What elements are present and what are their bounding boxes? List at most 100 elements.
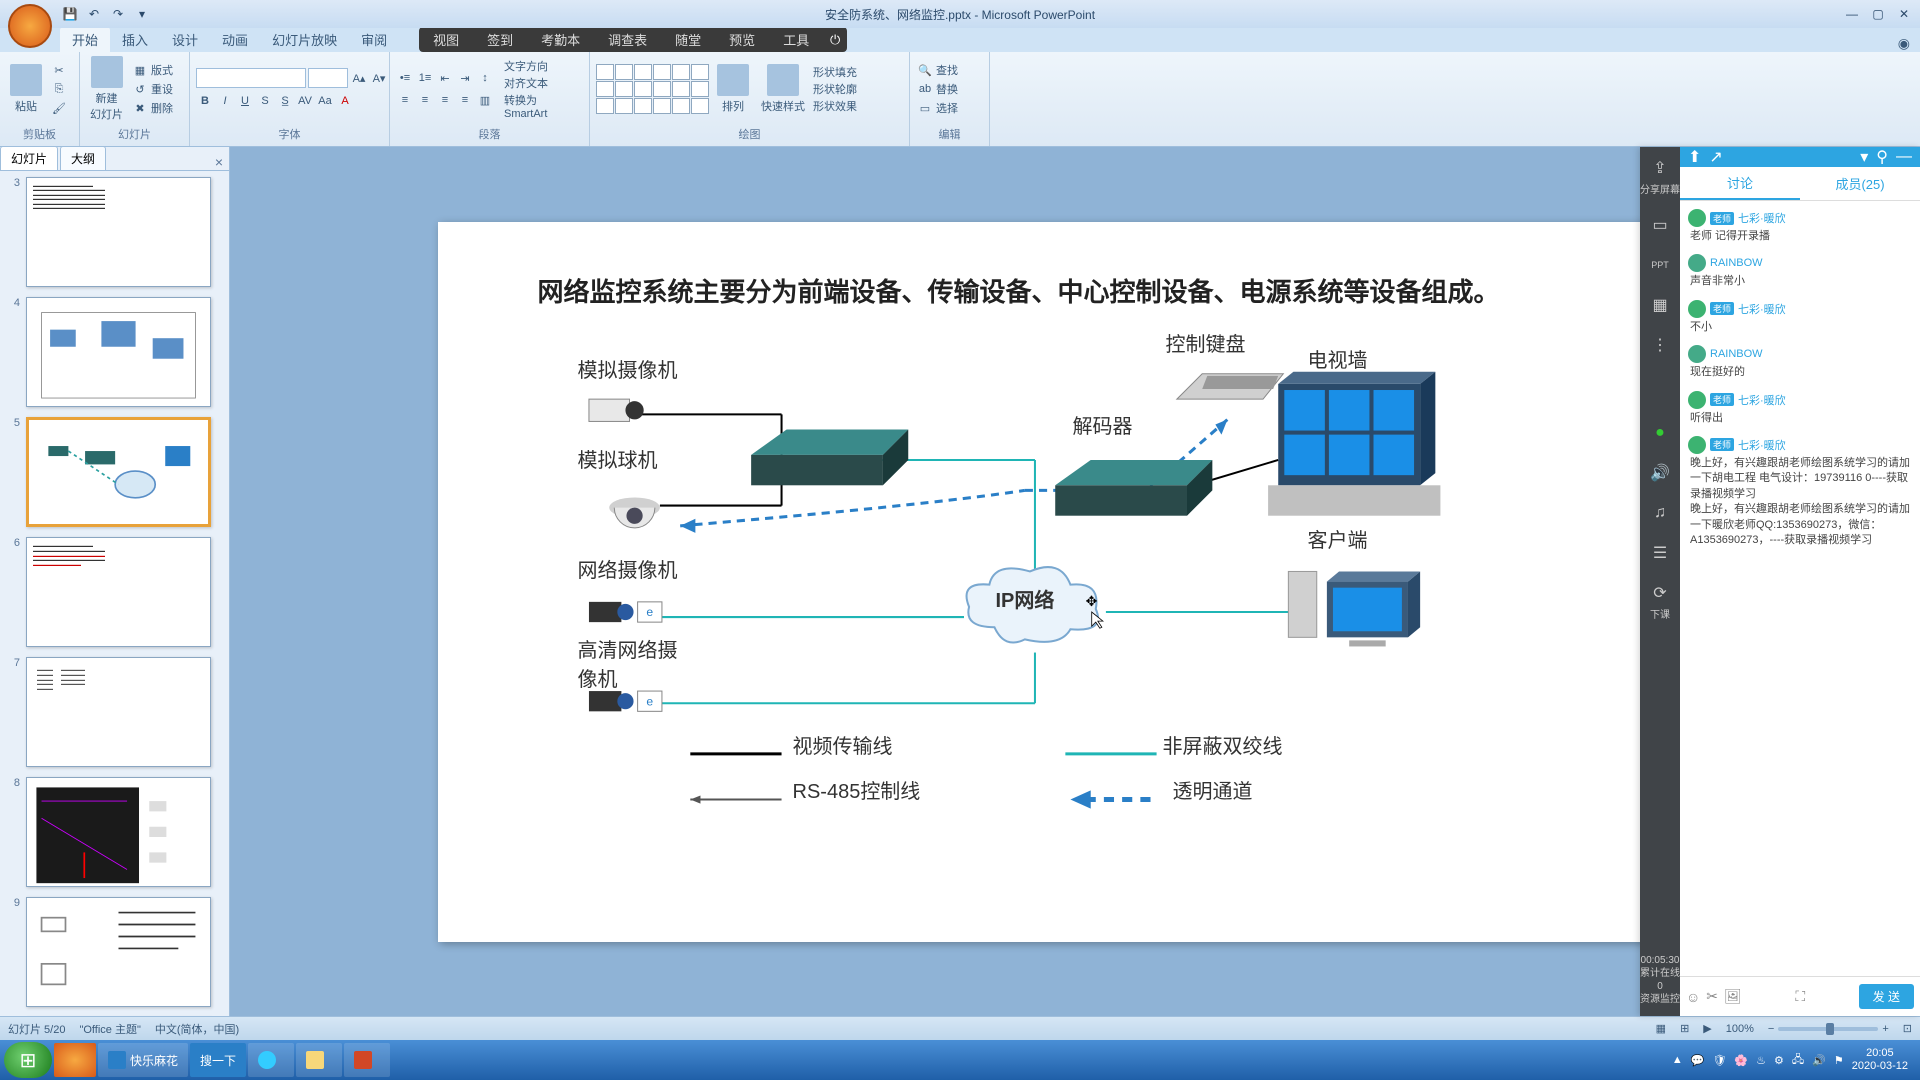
task-item-media[interactable]	[248, 1043, 294, 1077]
header-icon-4[interactable]: ⚲	[1876, 147, 1888, 167]
ppt-button[interactable]: PPT	[1649, 254, 1671, 276]
emoji-icon[interactable]: ☺	[1686, 989, 1700, 1005]
arrange-button[interactable]: 排列	[713, 62, 753, 116]
italic-icon[interactable]: I	[216, 92, 234, 110]
tray-icon-7[interactable]: 🖧	[1792, 1051, 1804, 1070]
zoom-percent[interactable]: 100%	[1726, 1023, 1754, 1035]
expand-icon[interactable]: ⛶	[1795, 988, 1805, 1005]
task-item-ie[interactable]: 快乐麻花	[98, 1043, 188, 1077]
shape-fill-button[interactable]: 形状填充	[813, 64, 857, 80]
shadow-icon[interactable]: S̲	[276, 92, 294, 110]
tray-icon-9[interactable]: ⚑	[1834, 1054, 1844, 1067]
office-button[interactable]	[8, 4, 52, 48]
zoom-in-icon[interactable]: +	[1882, 1023, 1888, 1035]
maximize-button[interactable]: ▢	[1866, 5, 1890, 23]
task-item-ppt[interactable]	[344, 1043, 390, 1077]
list-button[interactable]: ☰	[1649, 542, 1671, 564]
chat-tab-discuss[interactable]: 讨论	[1680, 167, 1800, 200]
aligntext-button[interactable]: 对齐文本	[504, 75, 583, 91]
tab-review[interactable]: 审阅	[349, 27, 399, 52]
shape-effects-button[interactable]: 形状效果	[813, 98, 857, 114]
panel-tab-outline[interactable]: 大纲	[60, 146, 106, 170]
replace-button[interactable]: ab替换	[916, 80, 958, 98]
strike-icon[interactable]: S	[256, 92, 274, 110]
delete-button[interactable]: ✖删除	[131, 99, 173, 117]
fontcolor-icon[interactable]: A	[336, 92, 354, 110]
charspace-icon[interactable]: AV	[296, 92, 314, 110]
qat-undo-icon[interactable]: ↶	[84, 4, 104, 24]
header-icon-2[interactable]: ↗	[1709, 147, 1722, 167]
etab-preview[interactable]: 预览	[715, 27, 769, 52]
start-button[interactable]: ⊞	[4, 1042, 52, 1078]
view-slideshow-icon[interactable]: ▶	[1703, 1022, 1711, 1035]
status-dot[interactable]: ●	[1649, 422, 1671, 444]
power-icon[interactable]: ⏻	[823, 28, 847, 52]
align-right-icon[interactable]: ≡	[436, 91, 454, 109]
minimize-button[interactable]: —	[1840, 5, 1864, 23]
font-family-combo[interactable]	[196, 68, 306, 88]
reset-button[interactable]: ↺重设	[131, 80, 173, 98]
bold-icon[interactable]: B	[196, 92, 214, 110]
new-slide-button[interactable]: 新建 幻灯片	[86, 54, 127, 124]
panel-tab-slides[interactable]: 幻灯片	[0, 146, 58, 170]
align-left-icon[interactable]: ≡	[396, 91, 414, 109]
find-button[interactable]: 🔍查找	[916, 61, 958, 79]
close-button[interactable]: ✕	[1892, 5, 1916, 23]
etab-survey[interactable]: 调查表	[594, 27, 661, 52]
more-button[interactable]: ⋮	[1649, 334, 1671, 356]
tab-animation[interactable]: 动画	[210, 27, 260, 52]
textdir-button[interactable]: 文字方向	[504, 58, 583, 74]
tray-icon-3[interactable]: 🛡	[1712, 1054, 1726, 1067]
thumb-6[interactable]: ▬▬▬▬▬▬▬▬▬▬▬▬▬▬▬▬▬▬▬▬▬▬▬▬▬▬▬▬▬▬▬▬▬▬▬▬▬▬▬▬…	[26, 537, 211, 647]
zoom-out-icon[interactable]: −	[1768, 1023, 1774, 1035]
etab-quiz[interactable]: 随堂	[661, 27, 715, 52]
chat-tab-members[interactable]: 成员(25)	[1800, 167, 1920, 200]
paste-button[interactable]: 粘贴	[6, 62, 46, 116]
tab-home[interactable]: 开始	[60, 27, 110, 52]
grow-font-icon[interactable]: A▴	[350, 69, 368, 87]
tray-icon-1[interactable]: ▲	[1672, 1054, 1683, 1066]
tab-design[interactable]: 设计	[160, 27, 210, 52]
align-center-icon[interactable]: ≡	[416, 91, 434, 109]
etab-attendance[interactable]: 考勤本	[527, 27, 594, 52]
view-button[interactable]: ▭	[1649, 214, 1671, 236]
tab-insert[interactable]: 插入	[110, 27, 160, 52]
indent-dec-icon[interactable]: ⇤	[436, 69, 454, 87]
zoom-slider[interactable]	[1778, 1027, 1878, 1031]
etab-signin[interactable]: 签到	[473, 27, 527, 52]
smartart-button[interactable]: 转换为 SmartArt	[504, 92, 583, 120]
shrink-font-icon[interactable]: A▾	[370, 69, 388, 87]
linespace-icon[interactable]: ↕	[476, 69, 494, 87]
tray-icon-8[interactable]: 🔊	[1812, 1054, 1826, 1067]
task-item-0[interactable]	[54, 1043, 96, 1077]
select-button[interactable]: ▭选择	[916, 99, 958, 117]
task-item-explorer[interactable]	[296, 1043, 342, 1077]
endclass-button[interactable]: ⟳下课	[1649, 582, 1671, 621]
music-button[interactable]: ♫	[1649, 502, 1671, 524]
thumb-8[interactable]	[26, 777, 211, 887]
thumb-3[interactable]: ▬▬▬▬▬▬▬▬▬▬▬▬▬▬▬▬▬▬▬▬▬▬▬▬▬▬▬▬▬▬▬▬▬▬▬▬▬▬▬▬…	[26, 177, 211, 287]
tray-icon-5[interactable]: ♨	[1756, 1054, 1766, 1067]
fit-window-icon[interactable]: ⊡	[1903, 1022, 1912, 1035]
task-item-search[interactable]: 搜一下	[190, 1043, 246, 1077]
thumb-7[interactable]: ▬▬▬▬▬▬▬▬▬▬▬▬▬▬▬▬▬▬▬▬▬▬▬▬▬▬▬▬▬▬▬▬▬▬▬▬▬▬▬▬…	[26, 657, 211, 767]
panel-close-icon[interactable]: ×	[215, 154, 223, 170]
tray-icon-2[interactable]: 💬	[1691, 1054, 1705, 1067]
numbering-icon[interactable]: 1≡	[416, 69, 434, 87]
format-painter-icon[interactable]: 🖌	[50, 99, 68, 117]
cut-icon[interactable]: ✂	[50, 61, 68, 79]
thumb-5[interactable]	[26, 417, 211, 527]
view-sorter-icon[interactable]: ⊞	[1680, 1022, 1689, 1035]
tab-slideshow[interactable]: 幻灯片放映	[260, 27, 349, 52]
qat-redo-icon[interactable]: ↷	[108, 4, 128, 24]
tray-icon-4[interactable]: 🌸	[1734, 1054, 1748, 1067]
volume-button[interactable]: 🔊	[1649, 462, 1671, 484]
header-icon-3[interactable]: ▾	[1860, 147, 1868, 167]
tray-icon-6[interactable]: ⚙	[1774, 1054, 1784, 1067]
quickstyle-button[interactable]: 快速样式	[757, 62, 809, 116]
shape-outline-button[interactable]: 形状轮廓	[813, 81, 857, 97]
thumb-4[interactable]	[26, 297, 211, 407]
font-size-combo[interactable]	[308, 68, 348, 88]
view-normal-icon[interactable]: ▦	[1656, 1022, 1666, 1035]
bullets-icon[interactable]: •≡	[396, 69, 414, 87]
